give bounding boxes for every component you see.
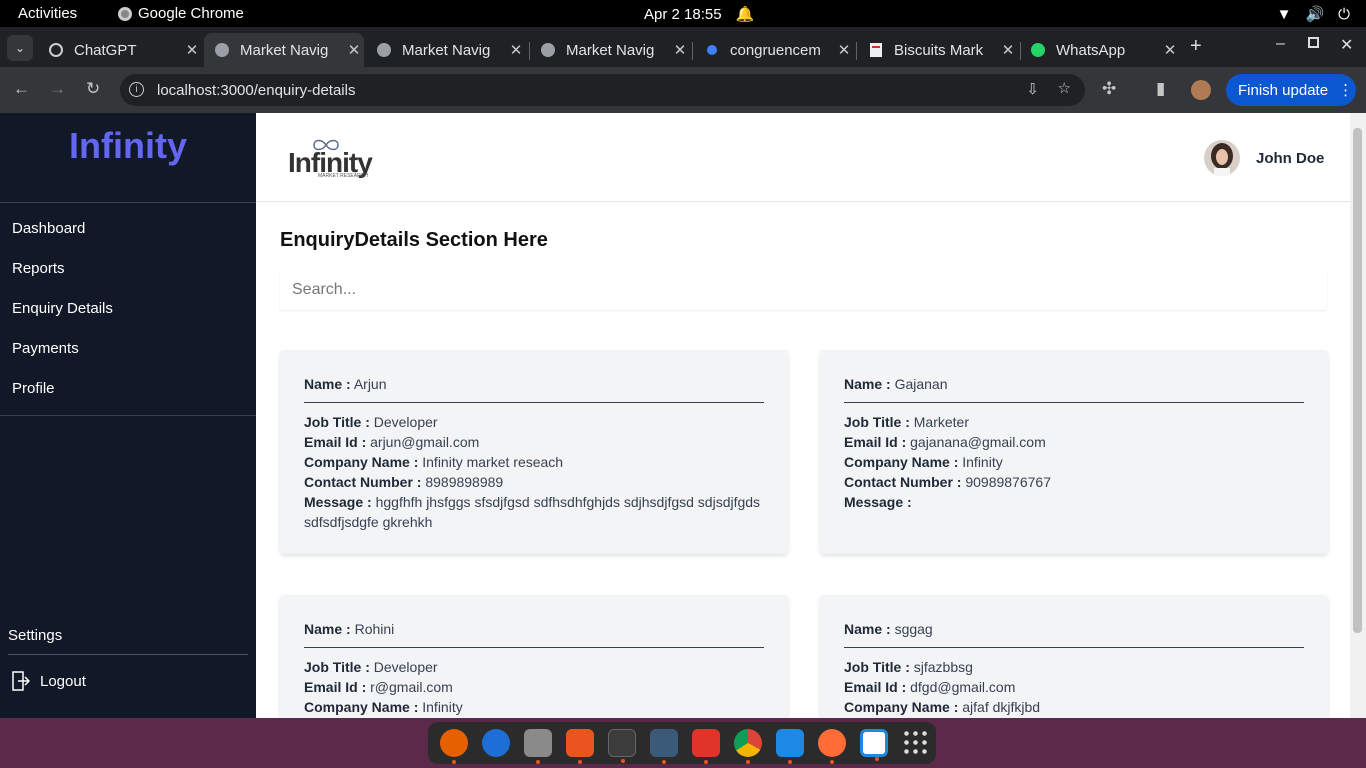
restore-window-icon[interactable] (1308, 37, 1319, 48)
sidebar-item-settings[interactable]: Settings (8, 627, 62, 644)
terminal-icon[interactable] (608, 729, 636, 763)
show-apps-grid-icon[interactable] (902, 729, 930, 757)
app-center-icon[interactable] (566, 729, 594, 764)
site-info-icon[interactable]: i (129, 82, 144, 97)
app-menu[interactable]: Google Chrome (118, 5, 244, 22)
side-panel-icon[interactable]: ▮ (1156, 79, 1165, 99)
enquiry-card: Name : Arjun Job Title : Developer Email… (280, 350, 788, 554)
sidebar-item-payments[interactable]: Payments (12, 340, 79, 357)
close-tab-icon[interactable]: ✕ (670, 41, 690, 59)
sidebar: Infinity Dashboard Reports Enquiry Detai… (0, 113, 256, 718)
close-tab-icon[interactable]: ✕ (1160, 41, 1180, 59)
sidebar-divider (0, 202, 256, 203)
volume-icon: 🔊 (1305, 6, 1325, 23)
reload-icon[interactable]: ↻ (86, 79, 100, 99)
infinity-logo: Infinity MARKET RESEARCH (288, 137, 373, 181)
system-top-bar: Activities Google Chrome Apr 2 18:55 🔔 ▼… (0, 0, 1366, 27)
tab-search-button[interactable]: ⌄ (7, 35, 33, 61)
sidebar-item-dashboard[interactable]: Dashboard (12, 220, 85, 237)
close-tab-icon[interactable]: ✕ (834, 41, 854, 59)
sidebar-divider (8, 654, 248, 655)
user-name[interactable]: John Doe (1256, 150, 1324, 167)
page-scrollbar[interactable] (1350, 113, 1366, 718)
clock[interactable]: Apr 2 18:55 🔔 (644, 5, 754, 23)
close-tab-icon[interactable]: ✕ (182, 41, 202, 59)
close-tab-icon[interactable]: ✕ (998, 41, 1018, 59)
sidebar-item-reports[interactable]: Reports (12, 260, 65, 277)
globe-favicon-icon (214, 42, 230, 58)
files-icon[interactable] (524, 729, 552, 764)
sidebar-item-profile[interactable]: Profile (12, 380, 55, 397)
enquiry-card: Name : Rohini Job Title : Developer Emai… (280, 595, 788, 718)
profile-avatar-icon[interactable] (1191, 80, 1211, 100)
page-title: EnquiryDetails Section Here (280, 229, 548, 251)
power-icon: ⏻ (1338, 5, 1350, 23)
globe-favicon-icon (540, 42, 556, 58)
tab-market-navig-3[interactable]: Market Navig ✕ (530, 33, 690, 67)
search-input[interactable] (280, 270, 1327, 310)
finish-update-button[interactable]: Finish update ⋮ (1226, 74, 1356, 106)
anydesk-icon[interactable] (692, 729, 720, 764)
tab-biscuits-mark[interactable]: Biscuits Mark ✕ (858, 33, 1018, 67)
alarm-bell-icon: 🔔 (735, 6, 755, 23)
tab-separator (856, 42, 857, 60)
globe-favicon-icon (376, 42, 392, 58)
wifi-icon: ▼ (1276, 5, 1292, 23)
congruence-favicon-icon (704, 42, 720, 58)
back-arrow-icon[interactable]: ← (13, 79, 30, 99)
app-name: Google Chrome (138, 5, 244, 22)
tab-congruencem[interactable]: congruencem ✕ (694, 33, 854, 67)
close-tab-icon[interactable]: ✕ (506, 41, 526, 59)
sidebar-brand: Infinity (69, 125, 187, 166)
activities-button[interactable]: Activities (18, 5, 77, 22)
tab-market-navig-active[interactable]: Market Navig ✕ (204, 33, 364, 67)
sidebar-item-enquiry-details[interactable]: Enquiry Details (12, 300, 113, 317)
more-vertical-icon: ⋮ (1338, 82, 1354, 99)
logout-button[interactable]: Logout (12, 671, 86, 691)
sidebar-divider (0, 415, 256, 416)
system-tray[interactable]: ▼ 🔊 ⏻ (1276, 5, 1350, 24)
url-text: localhost:3000/enquiry-details (157, 81, 356, 99)
bookmark-star-icon[interactable]: ☆ (1058, 79, 1071, 97)
page-viewport: Infinity Dashboard Reports Enquiry Detai… (0, 113, 1366, 718)
logo-tagline: MARKET RESEARCH (318, 173, 368, 179)
avatar[interactable] (1204, 140, 1240, 176)
thunderbird-icon[interactable] (482, 729, 510, 757)
chatgpt-favicon-icon (48, 42, 64, 58)
chrome-icon[interactable] (734, 729, 762, 764)
new-tab-plus-icon[interactable]: + (1190, 35, 1202, 58)
install-app-icon[interactable]: ⇩ (1026, 80, 1039, 98)
tab-market-navig-2[interactable]: Market Navig ✕ (366, 33, 526, 67)
document-favicon-icon (868, 42, 884, 58)
enquiry-card: Name : sggag Job Title : sjfazbbsg Email… (820, 595, 1328, 718)
whatsapp-favicon-icon (1030, 42, 1046, 58)
address-bar[interactable]: i localhost:3000/enquiry-details ⇩ ☆ (120, 74, 1085, 106)
browser-toolbar: ← → ↻ i localhost:3000/enquiry-details ⇩… (0, 67, 1366, 113)
chrome-app-icon (118, 6, 132, 21)
close-tab-icon[interactable]: ✕ (344, 41, 364, 59)
network-app-icon[interactable] (650, 729, 678, 764)
extensions-puzzle-icon[interactable]: ✣ (1102, 79, 1116, 99)
vscode-icon[interactable] (776, 729, 804, 764)
tab-separator (692, 42, 693, 60)
close-window-icon[interactable]: ✕ (1340, 35, 1353, 55)
forward-arrow-icon[interactable]: → (49, 79, 66, 99)
logout-icon (12, 671, 30, 691)
postman-icon[interactable] (818, 729, 846, 764)
tab-chatgpt[interactable]: ChatGPT ✕ (38, 33, 202, 67)
main-content: Infinity MARKET RESEARCH John Doe Enquir… (256, 113, 1350, 718)
page-header: Infinity MARKET RESEARCH John Doe (256, 113, 1350, 202)
enquiry-card: Name : Gajanan Job Title : Marketer Emai… (820, 350, 1328, 554)
tab-whatsapp[interactable]: WhatsApp ✕ (1020, 33, 1180, 67)
scrollbar-thumb[interactable] (1353, 128, 1362, 633)
minimize-window-icon[interactable]: – (1276, 35, 1285, 53)
browser-tab-strip: ⌄ ChatGPT ✕ Market Navig ✕ Market Navig … (0, 27, 1366, 67)
taskbar-dock (428, 722, 936, 764)
text-editor-icon[interactable] (860, 729, 888, 761)
firefox-icon[interactable] (440, 729, 468, 764)
